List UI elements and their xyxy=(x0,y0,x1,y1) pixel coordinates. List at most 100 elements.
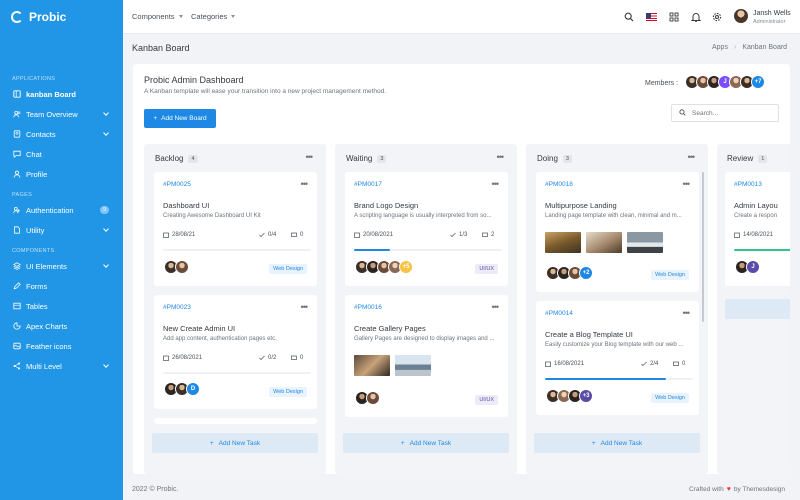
sidebar-item-label: Chat xyxy=(26,149,42,159)
bell-icon[interactable] xyxy=(690,11,701,22)
task-tag: Web Design xyxy=(269,387,307,397)
more-dots-icon[interactable]: ••• xyxy=(492,302,500,312)
assignee-more-badge[interactable]: +5 xyxy=(399,260,413,274)
assignee-avatar[interactable] xyxy=(366,391,380,405)
task-tag: Web Design xyxy=(269,264,307,274)
chevron-down-icon xyxy=(103,362,109,368)
column-count: 1 xyxy=(758,154,768,163)
task-card[interactable]: #PM0025 ••• Dashboard UI Creating Awesom… xyxy=(154,172,317,286)
sidebar-item-profile[interactable]: Profile xyxy=(0,164,123,184)
task-id[interactable]: #PM0025 xyxy=(163,181,191,188)
add-board-button[interactable]: + Add New Board xyxy=(144,109,216,128)
us-flag-icon[interactable] xyxy=(646,13,657,21)
column-backlog: Backlog 4 ••• #PM0025 ••• Dashboard UI C… xyxy=(144,144,326,474)
task-card[interactable]: #PM0018 ••• Multipurpose Landing Landing… xyxy=(536,172,699,292)
sidebar-item-kanban-board[interactable]: kanban Board xyxy=(0,84,123,104)
sidebar-item-authentication[interactable]: Authentication 9 xyxy=(0,200,123,220)
add-task-button[interactable]: + Add New Task xyxy=(152,433,318,453)
task-description: A scripting language is usually interpre… xyxy=(354,213,492,219)
task-card[interactable]: #PM0023 ••• New Create Admin UI Add app … xyxy=(154,295,317,409)
apps-grid-icon[interactable] xyxy=(668,11,679,22)
column-name: Backlog xyxy=(155,154,184,163)
column-name: Doing xyxy=(537,154,558,163)
brand[interactable]: Probic xyxy=(0,0,123,34)
menu-toggle-icon[interactable] xyxy=(0,34,123,68)
user-avatar[interactable] xyxy=(734,9,748,23)
task-id[interactable]: #PM0017 xyxy=(354,181,382,188)
plus-icon: + xyxy=(400,439,405,447)
add-task-label: Add New Task xyxy=(409,439,452,447)
sidebar-item-forms[interactable]: Forms xyxy=(0,276,123,296)
add-task-button[interactable]: + Add New Task xyxy=(534,433,700,453)
more-dots-icon[interactable]: ••• xyxy=(492,179,500,189)
add-task-button[interactable] xyxy=(725,299,790,319)
sidebar-item-tables[interactable]: Tables xyxy=(0,296,123,316)
more-dots-icon[interactable]: ••• xyxy=(683,179,691,189)
task-id[interactable]: #PM0023 xyxy=(163,304,191,311)
sidebar-item-chat[interactable]: Chat xyxy=(0,144,123,164)
column-header: Review 1 xyxy=(727,154,768,163)
members-label: Members : xyxy=(645,80,679,87)
landing-thumbnail[interactable] xyxy=(627,232,663,253)
more-dots-icon[interactable]: ••• xyxy=(301,302,309,312)
search-box xyxy=(671,104,779,122)
breadcrumb-apps[interactable]: Apps xyxy=(712,44,728,51)
sidebar-item-label: Authentication xyxy=(26,205,74,215)
add-task-label: Add New Task xyxy=(600,439,643,447)
search-icon[interactable] xyxy=(623,11,634,22)
more-dots-icon[interactable]: ••• xyxy=(301,179,309,189)
task-id[interactable]: #PM0014 xyxy=(545,310,573,317)
task-id[interactable]: #PM0013 xyxy=(734,181,762,188)
assignee-avatar[interactable]: J xyxy=(746,260,760,274)
add-task-button[interactable]: + Add New Task xyxy=(343,433,509,453)
sidebar-item-ui-elements[interactable]: UI Elements xyxy=(0,256,123,276)
landing-thumbnail[interactable] xyxy=(586,232,622,253)
gallery-thumbnail[interactable] xyxy=(395,355,431,376)
members-more-badge[interactable]: +7 xyxy=(751,75,765,89)
gear-icon[interactable] xyxy=(711,11,722,22)
sidebar-item-utility[interactable]: Utility xyxy=(0,220,123,240)
more-dots-icon[interactable]: ••• xyxy=(688,152,696,162)
sidebar-item-feather-icons[interactable]: Feather icons xyxy=(0,336,123,356)
task-tag: Web Design xyxy=(651,393,689,403)
kanban-card: Probic Admin Dashboard A Kanban template… xyxy=(133,64,790,474)
footer-credit: Crafted with ♥ by Themesdesign xyxy=(689,486,785,493)
sidebar: Probic APPLICATIONS kanban Board Team Ov… xyxy=(0,0,123,500)
column-scrollbar[interactable] xyxy=(702,172,704,322)
user-name[interactable]: Jansh Wells xyxy=(753,10,791,17)
caret-down-icon xyxy=(178,15,183,18)
column-name: Review xyxy=(727,154,754,163)
caret-down-icon xyxy=(231,15,236,18)
sidebar-item-apex-charts[interactable]: Apex Charts xyxy=(0,316,123,336)
landing-thumbnail[interactable] xyxy=(545,232,581,253)
search-input[interactable] xyxy=(692,109,772,117)
assignee-avatar[interactable]: D xyxy=(186,382,200,396)
task-id[interactable]: #PM0018 xyxy=(545,181,573,188)
categories-dropdown[interactable]: Categories xyxy=(191,12,236,21)
more-dots-icon[interactable]: ••• xyxy=(683,308,691,318)
column-header: Waiting 3 xyxy=(346,154,387,163)
assignee-more-badge[interactable]: +2 xyxy=(579,266,593,280)
column-count: 3 xyxy=(377,154,387,163)
sidebar-item-multi-level[interactable]: Multi Level xyxy=(0,356,123,376)
gallery-thumbnail[interactable] xyxy=(354,355,390,376)
footer-by[interactable]: by Themesdesign xyxy=(734,486,785,493)
task-card[interactable]: #PM0014 ••• Create a Blog Template UI Ea… xyxy=(536,301,699,415)
sidebar-item-team-overview[interactable]: Team Overview xyxy=(0,104,123,124)
task-progress xyxy=(354,249,502,251)
assignee-more-badge[interactable]: +3 xyxy=(579,389,593,403)
more-dots-icon[interactable]: ••• xyxy=(497,152,505,162)
task-id[interactable]: #PM0016 xyxy=(354,304,382,311)
sidebar-item-label: Contacts xyxy=(26,129,56,139)
dashboard-title: Probic Admin Dashboard xyxy=(144,75,244,85)
sidebar-item-label: UI Elements xyxy=(26,261,67,271)
more-dots-icon[interactable]: ••• xyxy=(306,152,314,162)
breadcrumb-separator: › xyxy=(733,44,737,51)
task-card[interactable]: #PM0017 ••• Brand Logo Design A scriptin… xyxy=(345,172,508,286)
components-dropdown[interactable]: Components xyxy=(132,12,183,21)
task-card[interactable]: #PM0016 ••• Create Gallery Pages Gallery… xyxy=(345,295,508,417)
task-card[interactable]: #PM0013 Admin Layou Create a respon 14/0… xyxy=(725,172,790,286)
assignee-avatar[interactable] xyxy=(175,260,189,274)
calendar-icon xyxy=(734,232,740,238)
sidebar-item-contacts[interactable]: Contacts xyxy=(0,124,123,144)
